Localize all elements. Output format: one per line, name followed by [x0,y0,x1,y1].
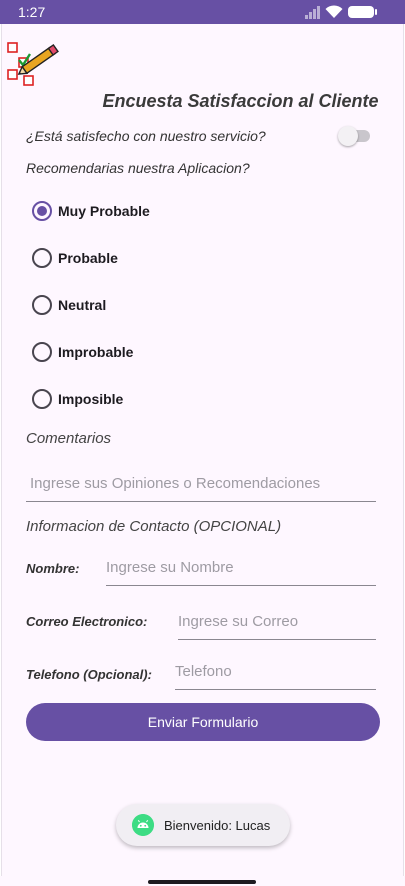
radio-button[interactable] [32,248,52,268]
radio-button[interactable] [32,295,52,315]
signal-icon [305,6,321,19]
comments-input[interactable] [26,468,376,498]
toast-text: Bienvenido: Lucas [164,817,271,833]
phone-input[interactable] [175,656,376,686]
option-probable[interactable]: Probable [32,246,118,270]
option-imposible[interactable]: Imposible [32,387,123,411]
option-label: Neutral [58,297,107,313]
contact-label: Informacion de Contacto (OPCIONAL) [26,518,282,535]
radio-button[interactable] [32,342,52,362]
option-label: Improbable [58,344,134,360]
comments-label: Comentarios [26,430,112,447]
option-label: Imposible [58,391,124,407]
wifi-icon [325,5,343,18]
switch-thumb [338,126,358,146]
option-label: Muy Probable [58,203,150,219]
email-input[interactable] [178,606,376,636]
option-muy-probable[interactable]: Muy Probable [32,199,150,223]
status-bar: 1:27 [0,0,405,24]
survey-title: Encuesta Satisfaccion al Cliente [102,91,379,111]
recommend-question: Recomendarias nuestra Aplicacion? [26,160,250,176]
status-time: 1:27 [18,4,46,20]
comments-field [26,468,376,502]
satisfied-question: ¿Está satisfecho con nuestro servicio? [26,128,266,144]
battery-icon [348,6,377,18]
survey-logo [7,42,59,86]
name-input[interactable] [106,552,376,582]
satisfied-switch[interactable] [338,126,370,146]
email-field [178,606,376,640]
home-gesture-handle[interactable] [148,880,256,884]
name-field [106,552,376,586]
navigation-bar [0,876,405,886]
radio-button[interactable] [32,389,52,409]
option-improbable[interactable]: Improbable [32,340,133,364]
welcome-toast: Bienvenido: Lucas [116,804,290,846]
name-label: Nombre: [26,561,80,576]
phone-label: Telefono (Opcional): [26,667,152,682]
email-label: Correo Electronico: [26,614,148,629]
option-label: Probable [58,250,118,266]
android-icon [132,814,154,836]
option-neutral[interactable]: Neutral [32,293,106,317]
app-screen: Encuesta Satisfaccion al Cliente ¿Está s… [1,24,404,876]
submit-button[interactable]: Enviar Formulario [26,703,380,741]
radio-button[interactable] [32,201,52,221]
phone-field [175,656,376,690]
